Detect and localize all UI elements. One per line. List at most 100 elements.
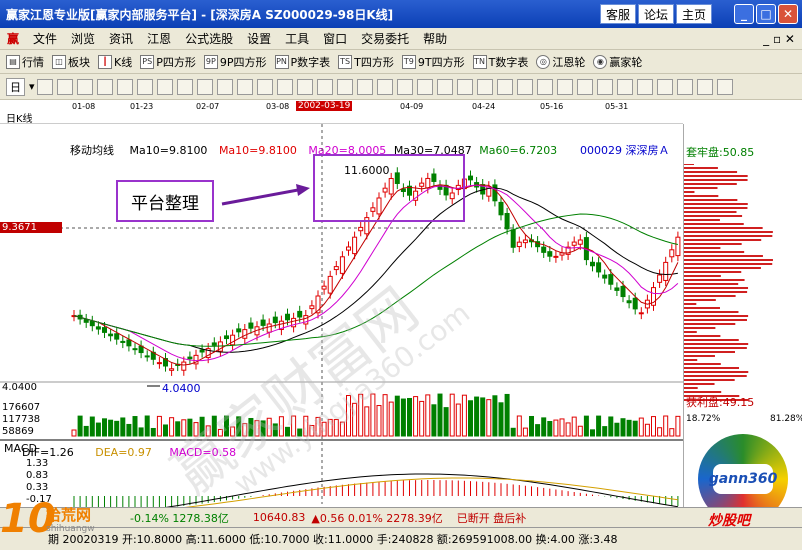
chip-bars-svg [684, 164, 773, 401]
tool-icon-33[interactable] [676, 78, 693, 95]
minimize-icon[interactable]: _ [734, 4, 754, 24]
connection-status[interactable]: 已断开 盘后补 [457, 510, 527, 526]
menu-info[interactable]: 资讯 [102, 30, 140, 47]
candle-body [577, 239, 583, 245]
tool-icon-22[interactable] [456, 78, 473, 95]
tool-icon-35[interactable] [716, 78, 733, 95]
tool-icon-20[interactable] [416, 78, 433, 95]
tb-p-table[interactable]: PN P数字表 [274, 54, 330, 70]
volume-bar [663, 415, 669, 437]
tool-icon-8[interactable] [176, 78, 193, 95]
volume-bar [504, 393, 510, 437]
annotation-label: 平台整理 [116, 180, 214, 222]
menu-settings[interactable]: 设置 [240, 30, 278, 47]
tool-icon-34[interactable] [696, 78, 713, 95]
kline-chart[interactable]: 移动均线 Ma10=9.8100 Ma10=9.8100 Ma20=8.0005… [0, 124, 683, 524]
tool-icon-4[interactable] [96, 78, 113, 95]
tb-t-table[interactable]: TN T数字表 [472, 54, 528, 70]
candle-body [83, 319, 89, 323]
candle-body [614, 287, 620, 291]
tool-icon-1[interactable] [36, 78, 53, 95]
candle-body [419, 182, 425, 187]
tool-icon-21[interactable] [436, 78, 453, 95]
tool-icon-25[interactable] [516, 78, 533, 95]
home-button[interactable]: 主页 [676, 4, 712, 24]
menu-file[interactable]: 文件 [26, 30, 64, 47]
tool-icon-12[interactable] [256, 78, 273, 95]
tool-icon-10[interactable] [216, 78, 233, 95]
tool-icon-6[interactable] [136, 78, 153, 95]
candle-body [382, 187, 388, 193]
volume-bar [443, 407, 449, 437]
tool-icon-13[interactable] [276, 78, 293, 95]
date-tick: 01-23 [130, 102, 154, 111]
maximize-icon[interactable]: □ [756, 4, 776, 24]
tool-icon-27[interactable] [556, 78, 573, 95]
crosshair-price: 9.3671 [0, 222, 62, 233]
tb-sector[interactable]: ◫ 板块 [52, 54, 90, 70]
tb-kline[interactable]: ┃ K线 [98, 54, 132, 70]
menu-formula[interactable]: 公式选股 [178, 30, 240, 47]
tool-icon-32[interactable] [656, 78, 673, 95]
tool-icon-3[interactable] [76, 78, 93, 95]
volume-bar [71, 429, 77, 437]
candle-body [169, 368, 175, 371]
tool-icon-9[interactable] [196, 78, 213, 95]
date-tick: 04-24 [472, 102, 496, 111]
menu-help[interactable]: 帮助 [416, 30, 454, 47]
mdi-controls[interactable]: _ ▫ ✕ [756, 32, 802, 46]
tool-icon-5[interactable] [116, 78, 133, 95]
menu-browse[interactable]: 浏览 [64, 30, 102, 47]
tool-icon-15[interactable] [316, 78, 333, 95]
tb-t-square[interactable]: TS T四方形 [338, 54, 394, 70]
candle-body [376, 197, 382, 215]
tool-icon-17[interactable] [356, 78, 373, 95]
tool-icon-29[interactable] [596, 78, 613, 95]
tb-gann-wheel[interactable]: ◎ 江恩轮 [536, 54, 585, 70]
macd-legend: DIF=1.26 DEA=0.97 MACD=0.58 [22, 446, 236, 459]
tool-icon-28[interactable] [576, 78, 593, 95]
tb-9p-square[interactable]: 9P 9P四方形 [203, 54, 267, 70]
tool-icon-24[interactable] [496, 78, 513, 95]
tb-9t-square[interactable]: T9 9T四方形 [401, 54, 465, 70]
quote-text: 期 20020319 开:10.8000 高:11.6000 低:10.7000… [48, 533, 618, 546]
candle-body [638, 312, 644, 315]
9t-square-icon: T9 [401, 54, 416, 69]
panel-label: 日K线 [6, 114, 33, 125]
candle-body [431, 173, 437, 182]
candle-body [248, 322, 254, 329]
tool-icon-11[interactable] [236, 78, 253, 95]
volume-bar [583, 415, 589, 437]
close-icon[interactable]: ✕ [778, 4, 798, 24]
tool-icon-26[interactable] [536, 78, 553, 95]
volume-bar [474, 396, 480, 437]
tool-icon-18[interactable] [376, 78, 393, 95]
menu-window[interactable]: 窗口 [316, 30, 354, 47]
tb-p-square[interactable]: PS P四方形 [140, 54, 196, 70]
candle-body [657, 274, 663, 283]
period-dropdown-icon[interactable]: ▾ [29, 80, 35, 93]
tb-quote[interactable]: ▤ 行情 [6, 54, 44, 70]
menu-trade[interactable]: 交易委托 [354, 30, 416, 47]
tool-icon-30[interactable] [616, 78, 633, 95]
service-button[interactable]: 客服 [600, 4, 636, 24]
tb-winner-wheel[interactable]: ◉ 赢家轮 [593, 54, 642, 70]
forum-button[interactable]: 论坛 [638, 4, 674, 24]
tool-icon-31[interactable] [636, 78, 653, 95]
candle-body [187, 356, 193, 360]
tool-icon-16[interactable] [336, 78, 353, 95]
tool-icon-19[interactable] [396, 78, 413, 95]
period-select[interactable]: 日 [6, 77, 25, 96]
low-axis-label: 4.0400 [2, 382, 37, 393]
tool-icon-7[interactable] [156, 78, 173, 95]
candle-body [516, 241, 522, 248]
tool-icon-23[interactable] [476, 78, 493, 95]
volume-bar [437, 393, 443, 437]
menu-tools[interactable]: 工具 [278, 30, 316, 47]
pct-left: 18.72% [686, 414, 721, 424]
candle-body [449, 192, 455, 200]
tool-icon-14[interactable] [296, 78, 313, 95]
candle-body [553, 255, 559, 258]
tool-icon-2[interactable] [56, 78, 73, 95]
menu-gann[interactable]: 江恩 [140, 30, 178, 47]
